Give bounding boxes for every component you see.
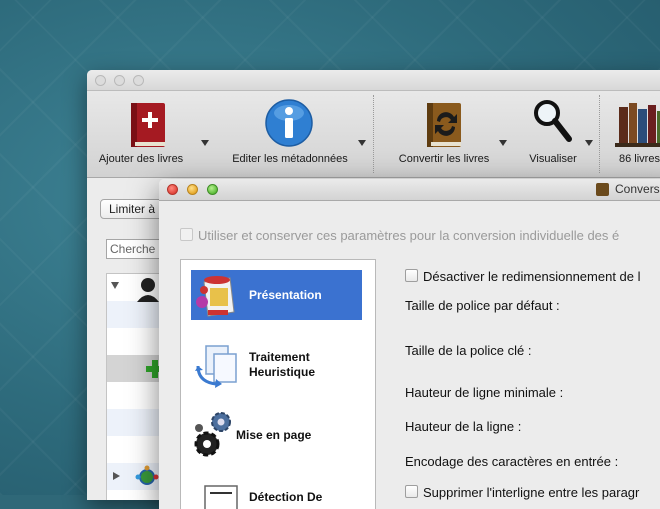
convert-book-icon xyxy=(427,103,461,147)
disable-resize-checkbox[interactable]: Désactiver le redimensionnement de l xyxy=(405,269,641,284)
list-item[interactable] xyxy=(107,409,167,436)
list-item[interactable] xyxy=(107,463,167,490)
remove-spacing-checkbox[interactable]: Supprimer l'interligne entre les paragr xyxy=(405,485,639,500)
key-font-size-label: Taille de la police clé : xyxy=(405,343,532,358)
chevron-down-icon[interactable] xyxy=(111,282,119,289)
edit-metadata-label: Editer les métadonnées xyxy=(232,153,348,165)
edit-metadata-button[interactable]: Editer les métadonnées xyxy=(220,91,370,177)
person-icon xyxy=(137,278,159,302)
view-button[interactable]: Visualiser xyxy=(519,91,597,177)
search-input[interactable]: Cherche xyxy=(106,239,166,259)
convert-dialog: Convers Utiliser et conserver ces paramè… xyxy=(159,179,660,509)
chevron-down-icon[interactable] xyxy=(499,140,507,146)
arrows-document-icon xyxy=(195,345,237,388)
settings-sidebar: Présentation Traitement Heuristique Mise… xyxy=(180,259,376,509)
list-item[interactable] xyxy=(107,301,167,328)
add-book-icon xyxy=(131,103,165,147)
view-label: Visualiser xyxy=(529,153,577,165)
convert-books-label: Convertir les livres xyxy=(398,153,490,165)
paint-bucket-icon xyxy=(196,276,235,317)
list-item[interactable] xyxy=(107,328,167,355)
library-icon xyxy=(615,103,660,147)
gears-icon xyxy=(194,412,231,457)
disable-resize-label: Désactiver le redimensionnement de l xyxy=(423,269,641,284)
sidebar-item-label: Traitement Heuristique xyxy=(249,350,316,379)
checkbox-box[interactable] xyxy=(180,228,193,241)
sidebar-item-presentation[interactable]: Présentation xyxy=(191,270,362,320)
zoom-button[interactable] xyxy=(133,75,144,86)
document-outline-icon xyxy=(204,485,238,509)
line-height-label: Hauteur de la ligne : xyxy=(405,419,522,434)
toolbar-separator xyxy=(373,95,374,173)
info-icon xyxy=(265,99,313,147)
magnifier-icon xyxy=(534,100,572,142)
main-toolbar: Ajouter des livres Editer les métadonnée… xyxy=(87,91,660,178)
chevron-down-icon[interactable] xyxy=(585,140,593,146)
network-icon xyxy=(135,465,159,485)
checkbox-box[interactable] xyxy=(405,269,418,282)
library-button[interactable]: 86 livres xyxy=(611,91,660,177)
add-books-button[interactable]: Ajouter des livres xyxy=(93,91,209,177)
toolbar-separator xyxy=(599,95,600,173)
list-item[interactable] xyxy=(107,355,167,382)
remove-spacing-label: Supprimer l'interligne entre les paragr xyxy=(423,485,640,500)
close-button[interactable] xyxy=(167,184,178,195)
sidebar-item-label: Mise en page xyxy=(236,428,312,442)
chevron-right-icon[interactable] xyxy=(113,472,120,480)
chevron-down-icon[interactable] xyxy=(358,140,366,146)
close-button[interactable] xyxy=(95,75,106,86)
convert-books-button[interactable]: Convertir les livres xyxy=(387,91,507,177)
list-item[interactable] xyxy=(107,436,167,463)
default-font-size-label: Taille de police par défaut : xyxy=(405,298,560,313)
checkbox-box[interactable] xyxy=(405,485,418,498)
sidebar-item-label: Détection De xyxy=(249,490,323,504)
sidebar-item-label: Présentation xyxy=(249,288,322,302)
minimize-button[interactable] xyxy=(114,75,125,86)
sidebar-item-page-setup[interactable]: Mise en page xyxy=(191,410,362,460)
zoom-button[interactable] xyxy=(207,184,218,195)
main-titlebar xyxy=(87,70,660,91)
library-label: 86 livres xyxy=(619,153,660,165)
list-item[interactable] xyxy=(107,382,167,409)
presentation-panel: Désactiver le redimensionnement de l Tai… xyxy=(405,179,660,509)
minimize-button[interactable] xyxy=(187,184,198,195)
sidebar-item-heuristic[interactable]: Traitement Heuristique xyxy=(191,340,362,390)
input-encoding-label: Encodage des caractères en entrée : xyxy=(405,454,619,469)
min-line-height-label: Hauteur de ligne minimale : xyxy=(405,385,564,400)
chevron-down-icon[interactable] xyxy=(201,140,209,146)
list-item[interactable] xyxy=(107,274,167,302)
add-books-label: Ajouter des livres xyxy=(98,153,184,165)
